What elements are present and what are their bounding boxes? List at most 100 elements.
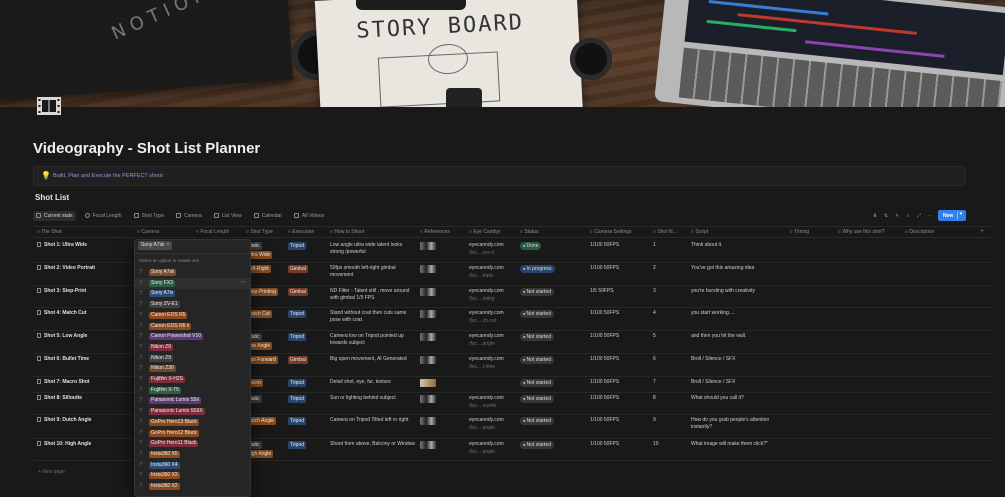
reference-thumbnail[interactable] — [420, 333, 436, 341]
execution-tag[interactable]: Gimbal — [288, 288, 308, 296]
col-camera-settings[interactable]: Camera Settings — [590, 229, 631, 235]
reference-thumbnail[interactable] — [420, 310, 436, 318]
callout-text[interactable]: Build, Plan and Execute the PERFECT shoo… — [53, 173, 163, 179]
how-to-shoot-cell[interactable]: Camera on Tripod Tilted left or right — [330, 417, 416, 424]
execution-tag[interactable]: Gimbal — [288, 265, 308, 273]
reference-thumbnail[interactable] — [420, 242, 436, 250]
shot-name-cell[interactable]: Shot 10: High Angle — [37, 441, 91, 448]
shot-number-cell[interactable]: 2 — [653, 265, 656, 272]
shot-name-cell[interactable]: Shot 4: Match Cut — [37, 310, 87, 317]
more-icon[interactable]: ⋯ — [240, 279, 246, 286]
dropdown-option[interactable]: ⠿ Panasonic Lumix S5ii — [135, 395, 250, 406]
tab-shot-type[interactable]: Shot Type — [131, 211, 167, 221]
shot-name-cell[interactable]: Shot 5: Low Angle — [37, 333, 87, 340]
col-shot-number[interactable]: Shot N... — [653, 229, 676, 235]
tab-current-stats[interactable]: Current stats — [33, 210, 76, 221]
database-title[interactable]: Shot List — [35, 193, 69, 202]
camera-settings-cell[interactable]: 1/5 50FPS — [590, 288, 614, 295]
shot-name-cell[interactable]: Shot 3: Step-Print — [37, 288, 86, 295]
reference-thumbnail[interactable] — [420, 395, 436, 403]
how-to-shoot-cell[interactable]: Stand without coat then cuts same pose w… — [330, 310, 416, 324]
eye-candy-url[interactable]: (fsc....inting — [469, 296, 495, 303]
status-badge[interactable]: Not started — [520, 417, 554, 425]
dropdown-option[interactable]: ⠿ Insta360 X2 — [135, 481, 250, 492]
shot-name-cell[interactable]: Shot 6: Bullet Time — [37, 356, 89, 363]
eye-candy-link[interactable]: eyecanndy.com — [469, 242, 504, 249]
shot-number-cell[interactable]: 1 — [653, 242, 656, 249]
dropdown-option[interactable]: ⠿ GoPro Hero11 Black — [135, 438, 250, 449]
drag-handle-icon[interactable]: ⠿ — [139, 355, 143, 361]
dropdown-option[interactable]: ⠿ Insta360 X4 — [135, 460, 250, 471]
camera-settings-cell[interactable]: 1/100 50FPS — [590, 395, 619, 402]
status-badge[interactable]: Not started — [520, 288, 554, 296]
filter-icon[interactable]: ⩩ — [872, 213, 878, 219]
drag-handle-icon[interactable]: ⠿ — [139, 312, 143, 318]
status-badge[interactable]: Not started — [520, 310, 554, 318]
shot-number-cell[interactable]: 9 — [653, 417, 656, 424]
reference-thumbnail[interactable] — [420, 441, 436, 449]
more-icon[interactable]: ⋯ — [927, 213, 933, 219]
script-cell[interactable]: Broll / Silence / SFX — [691, 379, 783, 386]
col-execution[interactable]: Execution — [288, 229, 314, 235]
shot-number-cell[interactable]: 4 — [653, 310, 656, 317]
dropdown-option[interactable]: ⠿ GoPro Hero13 Black — [135, 417, 250, 428]
drag-handle-icon[interactable]: ⠿ — [139, 290, 143, 296]
execution-tag[interactable]: Tripod — [288, 242, 306, 250]
execution-tag[interactable]: Tripod — [288, 417, 306, 425]
dropdown-option[interactable]: ⠿ Panasonic Lumix S5IIX — [135, 406, 250, 417]
shot-name-cell[interactable]: Shot 7: Macro Shot — [37, 379, 90, 386]
eye-candy-url[interactable]: (fsc....angle — [469, 425, 495, 432]
status-badge[interactable]: Not started — [520, 333, 554, 341]
status-badge[interactable]: Not started — [520, 441, 554, 449]
script-cell[interactable]: Broll / Silence / SFX — [691, 356, 783, 363]
script-cell[interactable]: you start working.... — [691, 310, 783, 317]
dropdown-option[interactable]: ⠿ Sony A7iv — [135, 288, 250, 299]
eye-candy-link[interactable]: eyecanndy.com — [469, 356, 504, 363]
close-icon[interactable]: × — [166, 242, 169, 248]
col-description[interactable]: Description — [905, 229, 934, 235]
status-badge[interactable]: Not started — [520, 356, 554, 364]
drag-handle-icon[interactable]: ⠿ — [139, 280, 143, 286]
tab-calendar[interactable]: Calendar — [251, 211, 285, 221]
dropdown-option[interactable]: ⠿ Fujifilm X-T5 — [135, 385, 250, 396]
camera-settings-cell[interactable]: 1/100 50FPS — [590, 441, 619, 448]
new-button[interactable]: New ▾ — [938, 210, 966, 221]
col-focal-length[interactable]: Focal Length — [196, 229, 229, 235]
selected-camera-tag[interactable]: Sony A7sii × — [138, 241, 173, 250]
status-badge[interactable]: Done — [520, 242, 542, 250]
lightning-icon[interactable]: ϟ — [894, 213, 900, 219]
camera-settings-cell[interactable]: 1/100 50FPS — [590, 356, 619, 363]
shot-number-cell[interactable]: 3 — [653, 288, 656, 295]
camera-settings-cell[interactable]: 1/100 50FPS — [590, 379, 619, 386]
chevron-down-icon[interactable]: ▾ — [957, 211, 964, 220]
camera-settings-cell[interactable]: 1/100 50FPS — [590, 417, 619, 424]
drag-handle-icon[interactable]: ⠿ — [139, 430, 143, 436]
dropdown-option[interactable]: ⠿ Canon Powershot V10 — [135, 331, 250, 342]
script-cell[interactable]: How do you grab people's attention insta… — [691, 417, 783, 431]
script-cell[interactable]: and then you hit the wall. — [691, 333, 783, 340]
script-cell[interactable]: You've got this amazing idea — [691, 265, 783, 272]
dropdown-option[interactable]: ⠿ Nikon Z9 — [135, 353, 250, 364]
how-to-shoot-cell[interactable]: Sun or lighting behind subject — [330, 395, 416, 402]
dropdown-option[interactable]: ⠿ Insta360 X3 — [135, 470, 250, 481]
script-cell[interactable]: What should you call it? — [691, 395, 783, 402]
drag-handle-icon[interactable]: ⠿ — [139, 333, 143, 339]
execution-tag[interactable]: Gimbal — [288, 356, 308, 364]
eye-candy-url[interactable]: (fsc....trails — [469, 273, 493, 280]
how-to-shoot-cell[interactable]: Big open movement, AI Generated — [330, 356, 416, 363]
drag-handle-icon[interactable]: ⠿ — [139, 344, 143, 350]
drag-handle-icon[interactable]: ⠿ — [139, 472, 143, 478]
drag-handle-icon[interactable]: ⠿ — [139, 440, 143, 446]
how-to-shoot-cell[interactable]: Detail shot, eye, fur, texture — [330, 379, 416, 386]
film-strip-icon[interactable] — [36, 96, 62, 116]
eye-candy-link[interactable]: eyecanndy.com — [469, 441, 504, 448]
how-to-shoot-cell[interactable]: 50fps smooth left-right gimbal movement — [330, 265, 416, 279]
shot-name-cell[interactable]: Shot 9: Dutch Angle — [37, 417, 92, 424]
dropdown-option[interactable]: ⠿ Canon EOS R6 ii — [135, 321, 250, 332]
shot-number-cell[interactable]: 8 — [653, 395, 656, 402]
shot-number-cell[interactable]: 6 — [653, 356, 656, 363]
shot-number-cell[interactable]: 5 — [653, 333, 656, 340]
script-cell[interactable]: What image will make them click?" — [691, 441, 783, 448]
execution-tag[interactable]: Tripod — [288, 441, 306, 449]
execution-tag[interactable]: Tripod — [288, 333, 306, 341]
